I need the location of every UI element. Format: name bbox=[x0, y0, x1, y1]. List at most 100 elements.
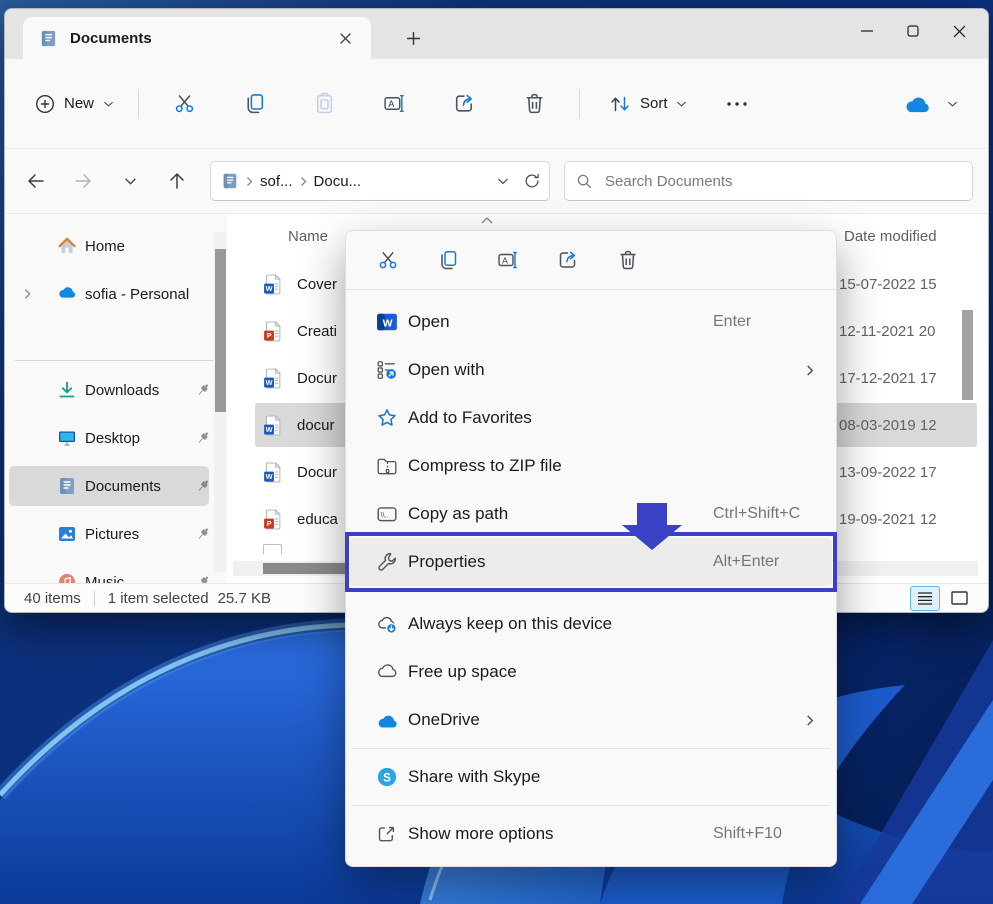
breadcrumb-item[interactable]: Docu... bbox=[314, 173, 362, 190]
menu-item-open[interactable]: W Open Enter bbox=[350, 298, 832, 346]
onedrive-cloud-icon bbox=[903, 93, 933, 114]
rename-button[interactable]: A bbox=[372, 82, 416, 126]
expander-chevron-icon[interactable] bbox=[23, 288, 35, 300]
file-name: Creati bbox=[297, 323, 337, 340]
address-dropdown-chevron-icon[interactable] bbox=[497, 177, 509, 186]
sidebar-item-home[interactable]: Home bbox=[9, 226, 209, 266]
vertical-scrollbar-thumb[interactable] bbox=[962, 310, 973, 400]
menu-item-label: Always keep on this device bbox=[408, 614, 612, 634]
menu-item-label: Share with Skype bbox=[408, 767, 540, 787]
menu-item-add-to-favorites[interactable]: Add to Favorites bbox=[350, 394, 832, 442]
large-icons-view-toggle[interactable] bbox=[944, 586, 974, 611]
refresh-icon[interactable] bbox=[523, 172, 541, 190]
menu-item-share-with-skype[interactable]: S Share with Skype bbox=[350, 753, 832, 801]
cut-button[interactable] bbox=[366, 238, 410, 282]
chevron-down-icon bbox=[103, 100, 114, 108]
share-button[interactable] bbox=[546, 238, 590, 282]
sidebar-item-documents[interactable]: Documents bbox=[9, 466, 209, 506]
sidebar-item-desktop[interactable]: Desktop bbox=[9, 418, 209, 458]
cloud-download-icon bbox=[376, 613, 398, 635]
sidebar-item-label: Desktop bbox=[85, 430, 140, 447]
file-name: educa bbox=[297, 511, 338, 528]
sidebar-item-label: sofia - Personal bbox=[85, 286, 189, 303]
tab-close-button[interactable] bbox=[331, 24, 359, 52]
submenu-chevron-icon bbox=[806, 714, 814, 727]
new-button[interactable]: New bbox=[21, 86, 128, 122]
tab-documents[interactable]: Documents bbox=[23, 17, 371, 59]
file-date-modified: 15-07-2022 15 bbox=[839, 276, 937, 293]
sidebar-divider bbox=[15, 360, 213, 361]
up-button[interactable] bbox=[158, 162, 196, 200]
file-name: Docur bbox=[297, 464, 337, 481]
menu-item-shortcut: Enter bbox=[713, 313, 751, 331]
word-file-icon: W bbox=[263, 415, 282, 436]
minimize-button[interactable] bbox=[844, 9, 890, 53]
menu-item-label: Compress to ZIP file bbox=[408, 456, 562, 476]
rename-button[interactable]: A bbox=[486, 238, 530, 282]
sidebar-item-downloads[interactable]: Downloads bbox=[9, 370, 209, 410]
powerpoint-file-icon: P bbox=[263, 321, 282, 342]
annotation-arrow-down bbox=[622, 503, 682, 550]
command-bar: New bbox=[5, 59, 988, 149]
menu-item-copy-as-path[interactable]: \\.. Copy as path Ctrl+Shift+C bbox=[350, 490, 832, 538]
address-bar[interactable]: sof... Docu... bbox=[210, 161, 550, 201]
menu-divider bbox=[352, 805, 830, 806]
trash-icon bbox=[522, 91, 547, 116]
svg-text:W: W bbox=[266, 378, 273, 387]
open-with-icon bbox=[376, 359, 398, 381]
forward-button[interactable] bbox=[64, 162, 102, 200]
sidebar-item-pictures[interactable]: Pictures bbox=[9, 514, 209, 554]
search-box[interactable] bbox=[564, 161, 973, 201]
details-view-toggle[interactable] bbox=[910, 586, 940, 611]
svg-text:W: W bbox=[266, 472, 273, 481]
onedrive-cloud-icon bbox=[57, 284, 77, 304]
search-input[interactable] bbox=[603, 172, 962, 191]
breadcrumb-item[interactable]: sof... bbox=[260, 173, 293, 190]
more-options-button[interactable] bbox=[717, 84, 757, 124]
close-button[interactable] bbox=[936, 9, 982, 53]
menu-item-onedrive[interactable]: OneDrive bbox=[350, 696, 832, 744]
context-menu: A W Open Enter Open with bbox=[345, 230, 837, 867]
file-name: docur bbox=[297, 417, 335, 434]
sidebar: Home sofia - Personal Downlo bbox=[5, 214, 227, 585]
cut-icon bbox=[172, 91, 197, 116]
selection-info: 1 item selected bbox=[108, 590, 209, 607]
menu-item-label: Open with bbox=[408, 360, 485, 380]
svg-text:W: W bbox=[383, 318, 393, 329]
chevron-down-icon bbox=[947, 100, 958, 108]
menu-item-always-keep-on-device[interactable]: Always keep on this device bbox=[350, 600, 832, 648]
copy-button[interactable] bbox=[232, 82, 276, 126]
sidebar-scrollbar-thumb[interactable] bbox=[215, 249, 226, 412]
pin-icon bbox=[195, 478, 211, 494]
menu-item-properties[interactable]: Properties Alt+Enter bbox=[350, 538, 832, 586]
svg-text:W: W bbox=[266, 284, 273, 293]
menu-item-free-up-space[interactable]: Free up space bbox=[350, 648, 832, 696]
partial-file-icon bbox=[263, 544, 282, 554]
onedrive-cloud-icon bbox=[376, 709, 398, 731]
sort-button[interactable]: Sort bbox=[596, 86, 699, 122]
menu-item-compress-to-zip[interactable]: Compress to ZIP file bbox=[350, 442, 832, 490]
sidebar-item-onedrive-personal[interactable]: sofia - Personal bbox=[9, 274, 209, 314]
new-tab-button[interactable] bbox=[397, 23, 429, 53]
word-app-icon: W bbox=[376, 311, 398, 333]
delete-button[interactable] bbox=[512, 82, 556, 126]
recent-locations-button[interactable] bbox=[111, 162, 149, 200]
new-button-label: New bbox=[64, 95, 94, 112]
maximize-button[interactable] bbox=[890, 9, 936, 53]
share-button[interactable] bbox=[442, 82, 486, 126]
column-header-date-modified[interactable]: Date modified bbox=[844, 228, 937, 245]
delete-button[interactable] bbox=[606, 238, 650, 282]
menu-item-show-more-options[interactable]: Show more options Shift+F10 bbox=[350, 810, 832, 858]
cut-button[interactable] bbox=[162, 82, 206, 126]
document-icon bbox=[39, 29, 58, 48]
breadcrumb-chevron-icon bbox=[300, 176, 307, 187]
toolbar-separator bbox=[138, 89, 139, 119]
menu-divider bbox=[352, 748, 830, 749]
onedrive-status-button[interactable] bbox=[895, 87, 966, 120]
paste-button[interactable] bbox=[302, 82, 346, 126]
back-button[interactable] bbox=[17, 162, 55, 200]
copy-button[interactable] bbox=[426, 238, 470, 282]
menu-item-open-with[interactable]: Open with bbox=[350, 346, 832, 394]
column-header-name[interactable]: Name bbox=[288, 228, 328, 245]
share-icon bbox=[452, 91, 477, 116]
